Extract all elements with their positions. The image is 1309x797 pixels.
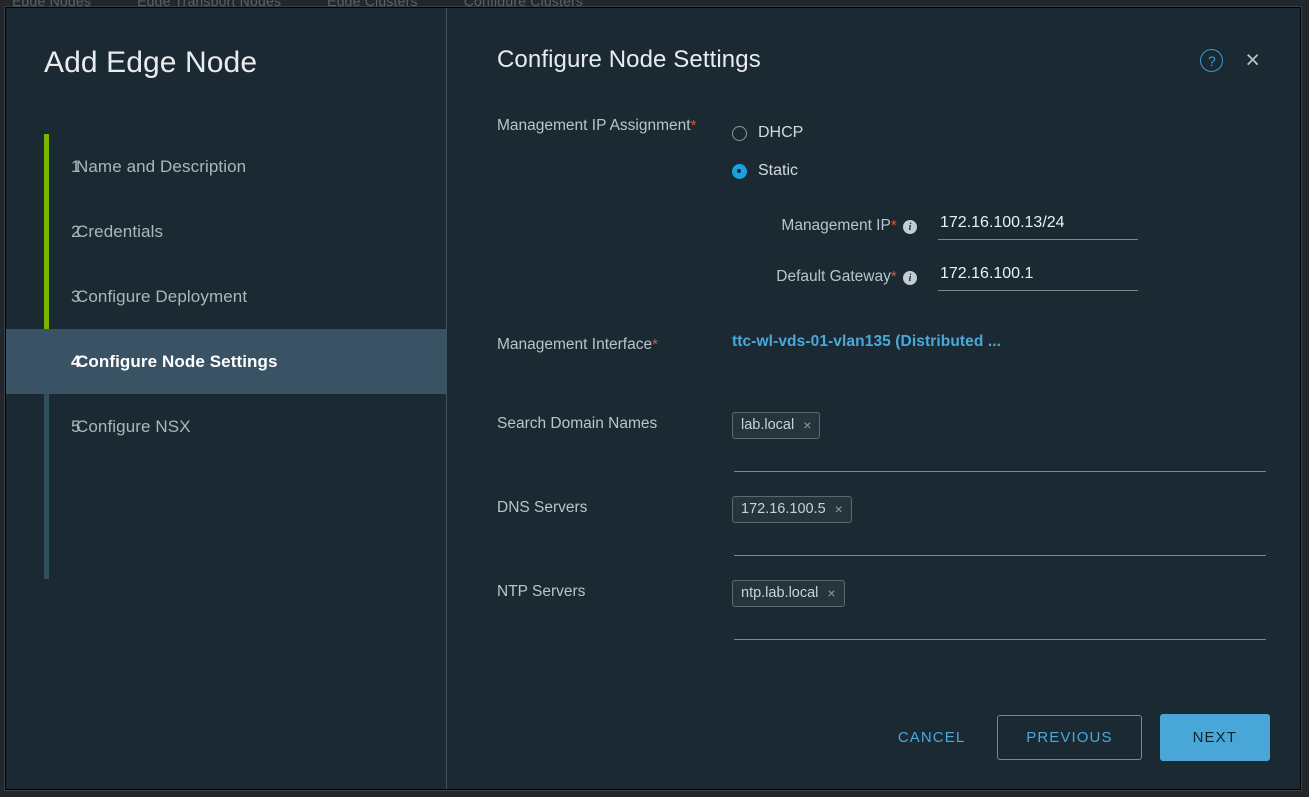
radio-label-dhcp: DHCP [758, 124, 804, 141]
chip-item[interactable]: ntp.lab.local × [732, 580, 845, 607]
chip-remove-icon[interactable]: × [827, 586, 835, 600]
field-underline [734, 471, 1266, 472]
info-icon[interactable]: i [903, 220, 917, 234]
field-label-search-domain-names: Search Domain Names [497, 415, 658, 432]
header-actions: ? × [1200, 46, 1260, 73]
step-label: Configure Node Settings [76, 351, 278, 371]
step-label: Configure Deployment [76, 286, 248, 306]
close-icon[interactable]: × [1245, 48, 1260, 73]
field-underline [734, 639, 1266, 640]
field-label-management-interface: Management Interface* [497, 333, 732, 355]
previous-button[interactable]: PREVIOUS [997, 715, 1142, 760]
dns-servers-field[interactable]: 172.16.100.5 × [732, 496, 1300, 556]
step-number: 3 [71, 286, 81, 306]
page-title: Configure Node Settings [497, 46, 761, 73]
form-row-ntp-servers: NTP Servers ntp.lab.local × [497, 580, 1300, 640]
help-circle-icon[interactable]: ? [1200, 49, 1224, 72]
required-marker: * [690, 117, 697, 134]
label-text: Management IP Assignment [497, 117, 691, 134]
field-label-ip-assignment: Management IP Assignment* [497, 114, 732, 136]
sidebar-step-name-and-description[interactable]: 1 Name and Description [6, 134, 446, 199]
form-row-dns-servers: DNS Servers 172.16.100.5 × [497, 496, 1300, 556]
radio-circle-selected-icon[interactable] [732, 163, 747, 179]
radio-label-static: Static [758, 162, 799, 179]
form-row-ip-assignment: Management IP Assignment* DHCP Static Ma… [497, 114, 1300, 291]
form-row-management-ip: Management IP* i [732, 211, 1300, 240]
step-number: 2 [71, 221, 81, 241]
label-text: Default Gateway [776, 267, 891, 285]
wizard-footer: CANCEL PREVIOUS NEXT [884, 714, 1270, 761]
form-row-default-gateway: Default Gateway* i [732, 262, 1300, 291]
field-label-ntp-servers: NTP Servers [497, 583, 586, 600]
chip-label: 172.16.100.5 [741, 501, 826, 517]
chip-label: lab.local [741, 417, 795, 433]
sidebar-step-configure-node-settings[interactable]: 4 Configure Node Settings [6, 329, 446, 394]
cancel-button[interactable]: CANCEL [884, 719, 979, 756]
wizard-title: Add Edge Node [44, 46, 258, 79]
search-domain-names-field[interactable]: lab.local × [732, 412, 1300, 472]
wizard-sidebar: Add Edge Node 1 Name and Description 2 C… [6, 8, 447, 789]
required-marker: * [890, 267, 897, 285]
wizard-content-panel: Configure Node Settings ? × Management I… [447, 8, 1300, 789]
step-label: Credentials [76, 221, 164, 241]
chip-remove-icon[interactable]: × [803, 418, 811, 432]
ip-assignment-field: DHCP Static Management IP* i Default Gat… [732, 114, 1300, 291]
step-label: Name and Description [76, 156, 247, 176]
field-label-dns-servers: DNS Servers [497, 499, 588, 516]
required-marker: * [652, 336, 658, 353]
required-marker: * [890, 216, 897, 234]
sidebar-step-credentials[interactable]: 2 Credentials [6, 199, 446, 264]
radio-option-static[interactable]: Static [732, 152, 1300, 190]
add-edge-node-wizard-dialog: Add Edge Node 1 Name and Description 2 C… [5, 7, 1301, 790]
form-row-management-interface: Management Interface* ttc-wl-vds-01-vlan… [497, 333, 1300, 355]
ntp-servers-field[interactable]: ntp.lab.local × [732, 580, 1300, 640]
next-button[interactable]: NEXT [1159, 714, 1270, 761]
chip-item[interactable]: lab.local × [732, 412, 821, 439]
label-text: Management Interface [497, 336, 653, 353]
field-underline [734, 555, 1266, 556]
info-icon[interactable]: i [903, 271, 917, 285]
step-number: 1 [71, 156, 81, 176]
step-number: 5 [71, 416, 81, 436]
default-gateway-input[interactable] [938, 262, 1138, 291]
chip-remove-icon[interactable]: × [835, 502, 843, 516]
sidebar-step-configure-nsx[interactable]: 5 Configure NSX [6, 394, 446, 459]
chip-item[interactable]: 172.16.100.5 × [732, 496, 852, 523]
form-row-search-domain-names: Search Domain Names lab.local × [497, 412, 1300, 472]
field-label-management-ip: Management IP* i [732, 217, 924, 235]
chip-label: ntp.lab.local [741, 585, 819, 601]
label-text: Management IP [781, 216, 891, 234]
radio-circle-icon[interactable] [732, 125, 747, 141]
field-label-default-gateway: Default Gateway* i [732, 268, 924, 286]
management-interface-value[interactable]: ttc-wl-vds-01-vlan135 (Distributed ... [732, 333, 1001, 350]
wizard-step-list: 1 Name and Description 2 Credentials 3 C… [6, 134, 446, 579]
management-interface-field: ttc-wl-vds-01-vlan135 (Distributed ... [732, 333, 1300, 351]
node-settings-form: Management IP Assignment* DHCP Static Ma… [447, 74, 1300, 640]
step-label: Configure NSX [76, 416, 191, 436]
panel-header: Configure Node Settings ? × [447, 8, 1300, 74]
step-number: 4 [71, 351, 81, 371]
sidebar-step-configure-deployment[interactable]: 3 Configure Deployment [6, 264, 446, 329]
radio-option-dhcp[interactable]: DHCP [732, 114, 1300, 152]
management-ip-input[interactable] [938, 211, 1138, 240]
